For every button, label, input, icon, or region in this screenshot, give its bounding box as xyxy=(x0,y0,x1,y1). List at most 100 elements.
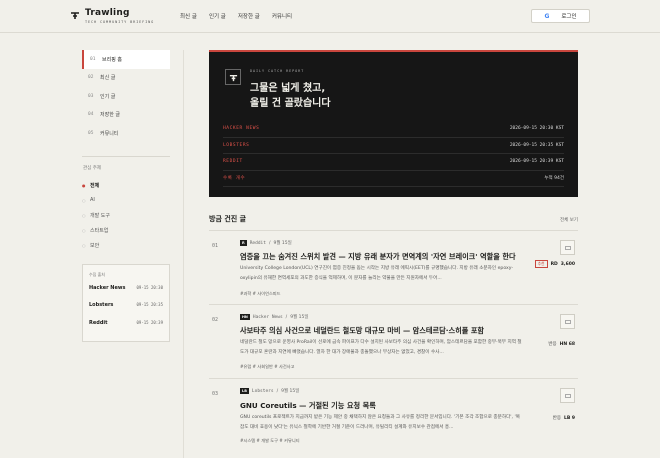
hero-total-label: 수록 개수 xyxy=(223,176,246,182)
sidebar-item-label: 커뮤니티 xyxy=(100,130,119,137)
topic-all[interactable]: ● 전체 xyxy=(82,178,170,193)
post-date: 9월 15일 xyxy=(281,389,300,394)
sidebar-item-label: 브리핑 홈 xyxy=(102,56,122,63)
post-date: 9월 15일 xyxy=(290,315,309,320)
post-number: 01 xyxy=(212,243,219,249)
bullet-icon: ● xyxy=(82,182,86,188)
sidebar-divider xyxy=(82,155,170,157)
post-date: 9월 15일 xyxy=(273,241,292,246)
stat-value: HN 68 xyxy=(559,341,575,347)
post-side: 반응 LB 9 xyxy=(553,388,575,421)
source-badge: HN xyxy=(240,314,250,320)
stat-label: 반응 xyxy=(548,342,557,347)
post-title[interactable]: 염증을 끄는 숨겨진 스위치 발견 — 지방 유래 분자가 면역계의 '자연 브… xyxy=(240,252,516,262)
post-source: Reddit xyxy=(249,240,266,246)
sidebar-item-saved[interactable]: 04 저장한 글 xyxy=(82,106,170,125)
view-all-link[interactable]: 전체 보기 xyxy=(560,217,578,223)
source-time: 09-15 20:30 xyxy=(136,284,164,290)
post-side: 반응 HN 68 xyxy=(548,314,575,347)
login-button[interactable]: G 로그인 xyxy=(531,9,590,23)
source-log-row: Hacker News 09-15 20:30 xyxy=(89,285,163,303)
topic-label: 보안 xyxy=(90,242,100,249)
topic-label: 스타트업 xyxy=(90,227,109,234)
nav-latest[interactable]: 최신 글 xyxy=(180,12,197,20)
post-title[interactable]: 사보타주 의심 사건으로 네덜란드 철도망 대규모 마비 — 암스테르담·스히폴… xyxy=(240,326,484,336)
source-log-title: 수집 출처 xyxy=(89,271,105,277)
sidebar-item-num: 01 xyxy=(90,56,96,62)
post-meta: R Reddit / 9월 15일 xyxy=(240,240,292,246)
hero-headline: 그물은 넓게 쳤고, xyxy=(250,83,326,94)
bookmark-icon[interactable] xyxy=(560,240,575,255)
post-meta: HN Hacker News / 9월 15일 xyxy=(240,314,309,320)
source-time: 09-15 20:35 xyxy=(136,302,164,307)
stat-label: 반응 xyxy=(552,416,561,421)
hero-kicker: DAILY CATCH REPORT xyxy=(250,69,305,73)
topic-label: 개발 도구 xyxy=(90,212,110,219)
source-time: 09-15 20:39 xyxy=(136,319,164,325)
nav-community[interactable]: 커뮤니티 xyxy=(272,12,292,20)
topic-label: AI xyxy=(90,197,95,203)
trawling-logo-icon[interactable] xyxy=(70,10,80,20)
source-name: Reddit xyxy=(89,319,108,326)
bullet-icon: ○ xyxy=(82,212,86,218)
stat-value: 3,600 xyxy=(560,261,575,267)
brand-name[interactable]: Trawling xyxy=(85,8,130,18)
hot-badge: 추천 xyxy=(534,260,548,268)
post-item[interactable]: 01 R Reddit / 9월 15일 염증을 끄는 숨겨진 스위치 발견 —… xyxy=(209,230,578,304)
sidebar: 01 브리핑 홈 02 최신 글 03 인기 글 04 저장한 글 05 커뮤니… xyxy=(82,50,170,342)
topics-label: 관심 주제 xyxy=(83,165,101,171)
sidebar-item-popular[interactable]: 03 인기 글 xyxy=(82,87,170,106)
sidebar-item-num: 04 xyxy=(88,112,94,118)
source-name: Lobsters xyxy=(89,302,114,308)
feed-title: 방금 건진 글 xyxy=(209,215,247,223)
post-meta: LB Lobsters / 9월 15일 xyxy=(240,388,299,394)
source-log-card: 수집 출처 Hacker News 09-15 20:30 Lobsters 0… xyxy=(82,263,170,342)
post-number: 02 xyxy=(212,317,219,323)
top-nav: 최신 글 인기 글 저장한 글 커뮤니티 xyxy=(180,12,292,20)
topic-label: 전체 xyxy=(90,182,100,189)
hero-source-row: REDDIT 2026-09-15 20:39 KST xyxy=(223,154,564,171)
sidebar-item-num: 03 xyxy=(88,93,94,99)
post-item[interactable]: 02 HN Hacker News / 9월 15일 사보타주 의심 사건으로 … xyxy=(209,304,578,378)
hero-source-name: LOBSTERS xyxy=(223,142,250,148)
sidebar-item-num: 02 xyxy=(88,75,94,81)
topic-startup[interactable]: ○ 스타트업 xyxy=(82,223,170,238)
post-stat: 반응 HN 68 xyxy=(548,341,575,348)
source-log-row: Reddit 09-15 20:39 xyxy=(89,320,163,338)
hero-total-row: 수록 개수 누적 94건 xyxy=(223,171,564,187)
sidebar-item-label: 저장한 글 xyxy=(100,112,120,119)
post-stat: 추천 RD 3,600 xyxy=(534,260,575,268)
post-stat: 반응 LB 9 xyxy=(552,415,575,422)
bookmark-icon[interactable] xyxy=(560,314,575,329)
hero-headline: 올릴 건 골랐습니다 xyxy=(250,98,331,109)
sidebar-item-community[interactable]: 05 커뮤니티 xyxy=(82,124,170,143)
sidebar-item-label: 최신 글 xyxy=(100,75,116,82)
source-badge: LB xyxy=(240,388,249,394)
bullet-icon: ○ xyxy=(82,227,86,233)
topic-dev-tools[interactable]: ○ 개발 도구 xyxy=(82,208,170,223)
post-item[interactable]: 03 LB Lobsters / 9월 15일 GNU Coreutils — … xyxy=(209,378,578,458)
topic-ai[interactable]: ○ AI xyxy=(82,193,170,208)
bullet-icon: ○ xyxy=(82,197,86,203)
post-source: Hacker News xyxy=(252,314,283,320)
meta-separator: / xyxy=(285,314,288,320)
nav-saved[interactable]: 저장한 글 xyxy=(238,12,260,20)
source-log-row: Lobsters 09-15 20:35 xyxy=(89,302,163,320)
hero-source-time: 2026-09-15 20:39 KST xyxy=(509,159,564,165)
sidebar-item-latest[interactable]: 02 최신 글 xyxy=(82,69,170,88)
source-badge: R xyxy=(240,240,247,246)
meta-separator: / xyxy=(268,240,271,246)
hero-source-table: HACKER NEWS 2026-09-15 20:30 KST LOBSTER… xyxy=(223,121,564,187)
trawling-logo-icon xyxy=(225,69,241,85)
sidebar-item-label: 인기 글 xyxy=(100,93,116,100)
brand-tagline: TECH COMMUNITY BRIEFING xyxy=(85,20,155,24)
post-tags: #시스템 # 개발 도구 # 커뮤니티 xyxy=(240,438,300,443)
post-summary: GNU coreutils 프로젝트가 지금까지 받은 기능 제안 중 채택하지… xyxy=(240,415,520,430)
top-bar: Trawling TECH COMMUNITY BRIEFING 최신 글 인기… xyxy=(0,0,660,33)
bookmark-icon[interactable] xyxy=(560,388,575,403)
post-side: 추천 RD 3,600 xyxy=(534,240,575,268)
nav-popular[interactable]: 인기 글 xyxy=(209,12,226,20)
topic-security[interactable]: ○ 보안 xyxy=(82,238,170,253)
sidebar-item-home[interactable]: 01 브리핑 홈 xyxy=(82,50,170,69)
post-title[interactable]: GNU Coreutils — 거절된 기능 요청 목록 xyxy=(240,401,376,411)
